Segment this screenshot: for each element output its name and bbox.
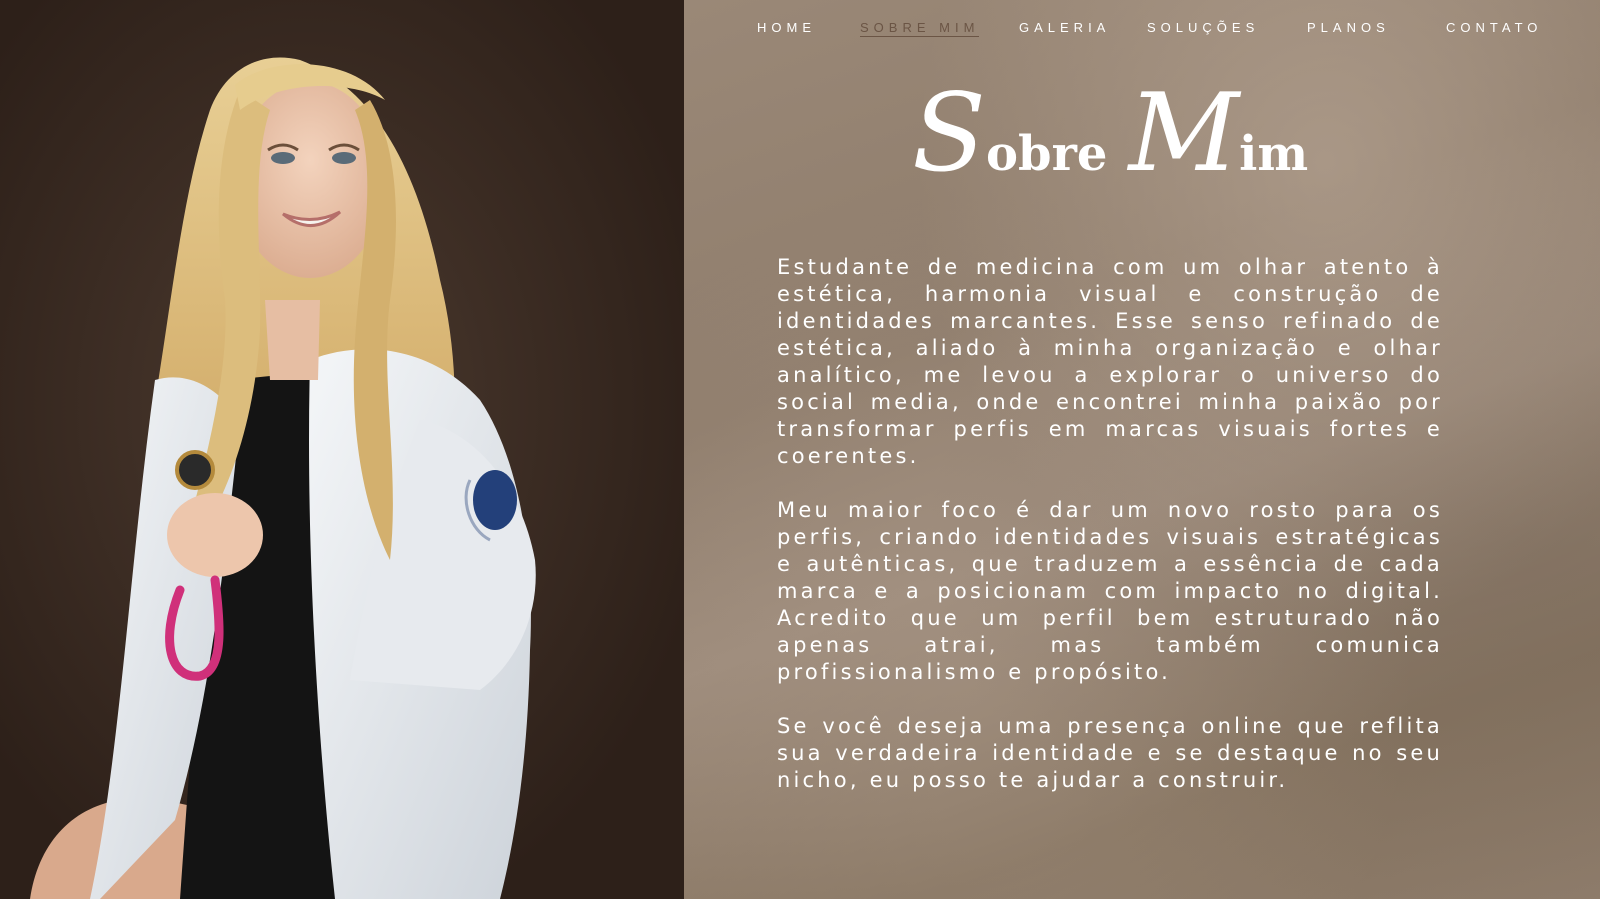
title-cap-s: S: [912, 71, 986, 196]
nav-galeria[interactable]: GALERIA: [1019, 20, 1110, 35]
title-cap-m: M: [1128, 71, 1240, 196]
main-nav: HOME SOBRE MIM GALERIA SOLUÇÕES PLANOS C…: [684, 20, 1600, 40]
about-paragraph-1: Estudante de medicina com um olhar atent…: [777, 255, 1443, 468]
nav-planos[interactable]: PLANOS: [1307, 20, 1390, 35]
nav-home[interactable]: HOME: [757, 20, 816, 35]
about-text: Estudante de medicina com um olhar atent…: [777, 254, 1443, 821]
nav-solucoes[interactable]: SOLUÇÕES: [1147, 20, 1259, 35]
portrait-photo: [0, 0, 684, 899]
about-paragraph-3: Se você deseja uma presença online que r…: [777, 714, 1443, 792]
about-paragraph-2: Meu maior foco é dar um novo rosto para …: [777, 498, 1443, 684]
title-rest-obre: obre: [986, 126, 1108, 182]
nav-sobre-mim[interactable]: SOBRE MIM: [860, 20, 980, 37]
title-rest-im: im: [1239, 126, 1309, 182]
page-title: Sobre Mim: [912, 80, 1308, 200]
about-section: HOME SOBRE MIM GALERIA SOLUÇÕES PLANOS C…: [684, 0, 1600, 899]
portrait-illustration: [0, 0, 684, 899]
nav-contato[interactable]: CONTATO: [1446, 20, 1542, 35]
